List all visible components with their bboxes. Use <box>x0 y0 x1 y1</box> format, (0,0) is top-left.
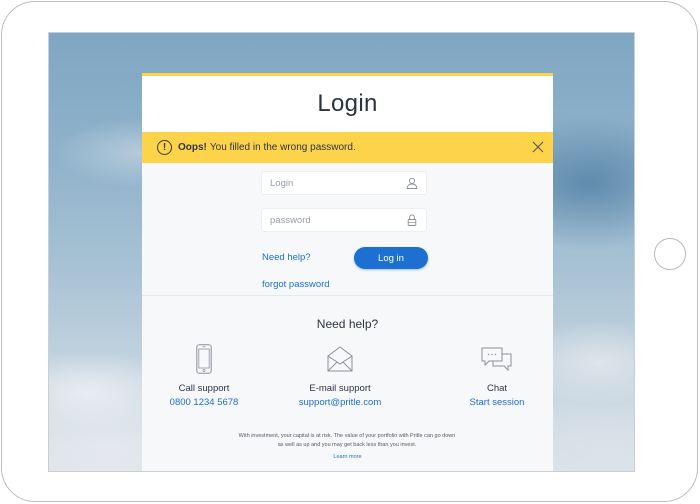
alert-strong: Oops! <box>178 142 207 153</box>
phone-number-link[interactable]: 0800 1234 5678 <box>139 397 269 408</box>
phone-icon <box>196 344 212 374</box>
call-support-option: Call support 0800 1234 5678 <box>139 344 269 408</box>
exclamation-circle-icon: ! <box>157 140 172 155</box>
login-form: Need help? Log in forgot password <box>142 163 553 296</box>
chat-label: Chat <box>486 383 508 394</box>
password-field[interactable] <box>261 208 427 232</box>
start-session-link[interactable]: Start session <box>432 397 562 408</box>
login-card: Login ! Oops! You filled in the wrong pas… <box>139 73 553 471</box>
error-alert: ! Oops! You filled in the wrong password. <box>142 132 553 163</box>
chat-icon <box>481 347 512 372</box>
login-input[interactable] <box>270 177 406 189</box>
call-support-label: Call support <box>178 383 230 394</box>
screen-background: Login ! Oops! You filled in the wrong pas… <box>48 32 635 472</box>
chat-option: Chat Start session <box>432 344 562 408</box>
user-icon <box>406 177 418 189</box>
learn-more-link[interactable]: Learn more <box>142 454 553 460</box>
email-support-label: E-mail support <box>309 383 371 394</box>
password-input[interactable] <box>270 214 406 226</box>
home-button[interactable] <box>654 238 686 270</box>
alert-message: Oops! You filled in the wrong password. <box>178 142 356 153</box>
email-link[interactable]: support@pritle.com <box>275 397 405 408</box>
risk-disclaimer: With investment, your capital is at risk… <box>238 433 456 448</box>
close-icon[interactable] <box>531 140 545 154</box>
help-title: Need help? <box>316 317 379 331</box>
card-header: Login <box>142 76 553 132</box>
login-field[interactable] <box>261 171 427 195</box>
forgot-password-link[interactable]: forgot password <box>262 279 330 290</box>
help-section: Need help? Call support 0800 1234 5678 E <box>139 296 553 471</box>
lock-icon <box>407 214 417 226</box>
email-support-option: E-mail support support@pritle.com <box>275 344 405 408</box>
alert-text: You filled in the wrong password. <box>209 142 356 153</box>
need-help-link[interactable]: Need help? <box>262 252 311 263</box>
page-title: Login <box>317 90 378 117</box>
envelope-icon <box>327 346 353 372</box>
login-button[interactable]: Log in <box>354 247 428 269</box>
